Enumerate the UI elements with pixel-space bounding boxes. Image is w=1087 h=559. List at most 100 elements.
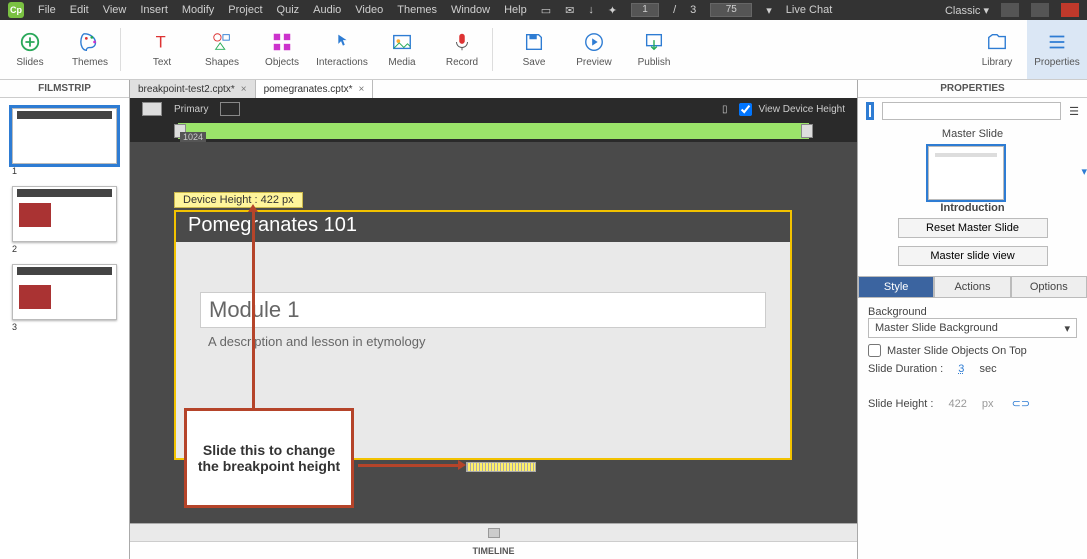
zoom-input[interactable]: 75 <box>710 3 752 17</box>
slide-name-input[interactable] <box>882 102 1061 120</box>
menu-edit[interactable]: Edit <box>70 4 89 16</box>
device-height-tooltip: Device Height : 422 px <box>174 192 303 208</box>
filmstrip-num-2: 2 <box>12 244 117 254</box>
menu-bar: Cp File Edit View Insert Modify Project … <box>0 0 1087 20</box>
themes-button[interactable]: Themes <box>60 20 120 79</box>
reset-master-button[interactable]: Reset Master Slide <box>898 218 1048 238</box>
ribbon-toolbar: Slides Themes TText Shapes Objects Inter… <box>0 20 1087 80</box>
mail-icon[interactable]: ✉ <box>565 4 574 17</box>
height-unit: px <box>982 398 994 410</box>
properties-button[interactable]: Properties <box>1027 20 1087 79</box>
primary-label: Primary <box>174 104 208 115</box>
library-button[interactable]: Library <box>967 20 1027 79</box>
tab-options[interactable]: Options <box>1011 276 1087 298</box>
master-slide-thumb[interactable] <box>928 146 1004 200</box>
sparkle-icon[interactable]: ✦ <box>608 4 617 17</box>
doc-tab-1[interactable]: breakpoint-test2.cptx*× <box>130 80 256 98</box>
chevron-down-icon[interactable]: ▾ <box>1081 165 1087 178</box>
slide-title[interactable]: Pomegranates 101 <box>176 212 790 242</box>
record-button[interactable]: Record <box>432 20 492 79</box>
doc-tab-2[interactable]: pomegranates.cptx*× <box>256 80 374 98</box>
menu-view[interactable]: View <box>103 4 127 16</box>
media-button[interactable]: Media <box>372 20 432 79</box>
list-icon[interactable]: ☰ <box>1069 105 1079 118</box>
menu-modify[interactable]: Modify <box>182 4 214 16</box>
slide-duration-label: Slide Duration : <box>868 363 943 375</box>
slide-duration-value[interactable]: 3 <box>958 363 964 375</box>
menu-project[interactable]: Project <box>228 4 262 16</box>
app-logo: Cp <box>8 2 24 18</box>
objects-on-top-checkbox[interactable] <box>868 344 881 357</box>
menu-window[interactable]: Window <box>451 4 490 16</box>
objects-on-top-label: Master Slide Objects On Top <box>887 345 1027 357</box>
slide-canvas: Device Height : 422 px Pomegranates 101 … <box>130 142 857 523</box>
menu-video[interactable]: Video <box>355 4 383 16</box>
breakpoint-value: 1024 <box>180 132 206 142</box>
background-label: Background <box>868 306 1077 318</box>
document-tabs: breakpoint-test2.cptx*× pomegranates.cpt… <box>130 80 857 98</box>
preview-button[interactable]: Preview <box>564 20 624 79</box>
minimize-button[interactable] <box>1001 3 1019 17</box>
page-total: 3 <box>690 4 696 16</box>
desktop-view-icon[interactable] <box>142 102 162 116</box>
publish-button[interactable]: Publish <box>624 20 684 79</box>
page-current-input[interactable]: 1 <box>631 3 659 17</box>
filmstrip-thumb-2[interactable] <box>12 186 117 242</box>
workspace-selector[interactable]: Classic ▾ <box>945 4 989 17</box>
objects-button[interactable]: Objects <box>252 20 312 79</box>
view-device-height-label: View Device Height <box>758 104 845 115</box>
menu-insert[interactable]: Insert <box>140 4 168 16</box>
filmstrip-thumb-3[interactable] <box>12 264 117 320</box>
interactions-button[interactable]: Interactions <box>312 20 372 79</box>
properties-header: PROPERTIES <box>858 80 1087 98</box>
menu-quiz[interactable]: Quiz <box>277 4 300 16</box>
module-heading[interactable]: Module 1 <box>200 292 766 328</box>
download-icon[interactable]: ↓ <box>588 4 594 16</box>
menu-help[interactable]: Help <box>504 4 527 16</box>
close-button[interactable] <box>1061 3 1079 17</box>
slide-icon <box>866 102 874 120</box>
tablet-view-icon[interactable] <box>220 102 240 116</box>
shapes-button[interactable]: Shapes <box>192 20 252 79</box>
save-button[interactable]: Save <box>504 20 564 79</box>
background-select[interactable]: Master Slide Background▾ <box>868 318 1077 338</box>
live-chat-link[interactable]: Live Chat <box>786 4 832 16</box>
filmstrip-thumb-1[interactable] <box>12 108 117 164</box>
view-device-height-checkbox[interactable] <box>739 103 752 116</box>
phone-view-icon[interactable]: ▯ <box>722 104 728 115</box>
menu-audio[interactable]: Audio <box>313 4 341 16</box>
tab-actions[interactable]: Actions <box>934 276 1010 298</box>
callout-arrow-up <box>252 207 255 409</box>
master-slide-label: Master Slide <box>858 124 1087 140</box>
slide-height-value: 422 <box>949 398 967 410</box>
zoom-dropdown-icon[interactable]: ▾ <box>766 4 772 17</box>
filmstrip-num-1: 1 <box>12 166 117 176</box>
close-icon[interactable]: × <box>241 84 247 95</box>
module-description[interactable]: A description and lesson in etymology <box>200 328 766 355</box>
callout-box: Slide this to change the breakpoint heig… <box>184 408 354 508</box>
breakpoint-ruler[interactable]: 1024 <box>130 120 857 142</box>
menu-file[interactable]: File <box>38 4 56 16</box>
svg-text:T: T <box>156 34 166 52</box>
master-view-button[interactable]: Master slide view <box>898 246 1048 266</box>
breakpoint-handle-right[interactable] <box>801 124 813 138</box>
height-drag-handle[interactable] <box>466 462 536 472</box>
filmstrip-header: FILMSTRIP <box>0 80 129 98</box>
tab-style[interactable]: Style <box>858 276 934 298</box>
screenshot-icon[interactable]: ▭ <box>541 4 551 17</box>
filmstrip-panel: FILMSTRIP 1 2 3 <box>0 80 130 559</box>
device-bar: Primary ▯ View Device Height <box>130 98 857 120</box>
timeline-header[interactable]: TIMELINE <box>130 541 857 559</box>
maximize-button[interactable] <box>1031 3 1049 17</box>
close-icon[interactable]: × <box>359 84 365 95</box>
text-button[interactable]: TText <box>132 20 192 79</box>
filmstrip-num-3: 3 <box>12 322 117 332</box>
page-sep: / <box>673 4 676 16</box>
slide-height-label: Slide Height : <box>868 398 933 410</box>
chevron-down-icon: ▾ <box>1064 322 1070 335</box>
stage-area: breakpoint-test2.cptx*× pomegranates.cpt… <box>130 80 857 559</box>
link-icon[interactable]: ⊂⊃ <box>1012 397 1030 410</box>
horizontal-scrollbar[interactable] <box>130 523 857 541</box>
slides-button[interactable]: Slides <box>0 20 60 79</box>
menu-themes[interactable]: Themes <box>397 4 437 16</box>
